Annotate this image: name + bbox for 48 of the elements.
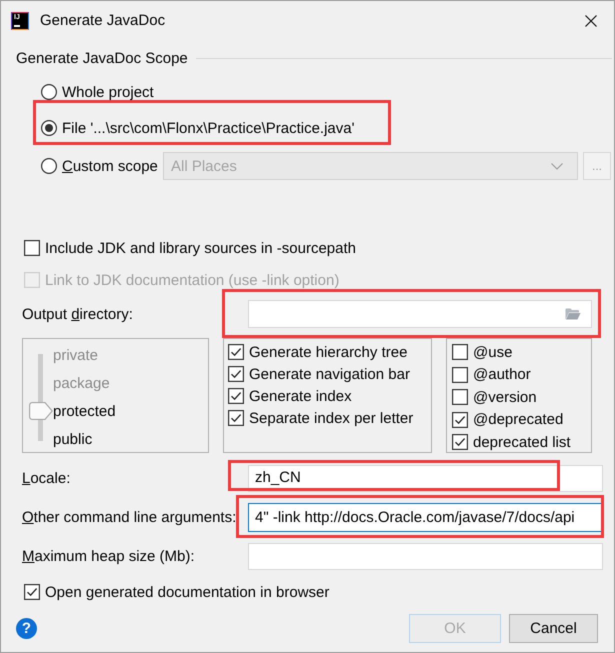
radio-button[interactable] bbox=[41, 158, 57, 174]
arguments-label: Other command line arguments: bbox=[22, 509, 236, 526]
checkbox[interactable] bbox=[228, 344, 244, 360]
checkbox[interactable] bbox=[452, 389, 468, 406]
radio-label: Whole project bbox=[62, 84, 154, 100]
arguments-field[interactable]: 4" -link http://docs.Oracle.com/javase/7/docs/api bbox=[248, 503, 603, 532]
radio-label: Custom scope bbox=[62, 158, 158, 174]
slider-thumb[interactable] bbox=[29, 402, 53, 420]
locale-label: Locale: bbox=[22, 470, 70, 487]
checkbox[interactable] bbox=[452, 434, 468, 450]
checkbox[interactable] bbox=[228, 366, 244, 382]
access-level-label: protected bbox=[53, 402, 116, 420]
checkbox[interactable] bbox=[452, 344, 468, 360]
checkbox[interactable] bbox=[228, 388, 244, 404]
access-level-label: public bbox=[53, 430, 92, 448]
checkbox-label: Include JDK and library sources in -sourcepath bbox=[45, 240, 356, 256]
checkbox[interactable] bbox=[24, 584, 40, 600]
checkbox-label: @version bbox=[473, 388, 537, 406]
radio-label: File '...\src\com\Flonx\Practice\Practice.java' bbox=[62, 120, 354, 136]
radio-button[interactable] bbox=[41, 120, 57, 136]
checkbox-label: @deprecated bbox=[473, 411, 564, 428]
checkbox-label: Link to JDK documentation (use -link option) bbox=[45, 272, 340, 288]
chevron-down-icon bbox=[551, 162, 563, 170]
access-level-label: package bbox=[53, 374, 110, 392]
checkbox-label: @use bbox=[473, 344, 512, 361]
checkbox-label: @author bbox=[473, 366, 531, 384]
cancel-button[interactable]: Cancel bbox=[509, 614, 598, 643]
checkbox[interactable] bbox=[452, 366, 468, 383]
checkbox[interactable] bbox=[228, 410, 244, 426]
checkbox-label: Open generated documentation in browser bbox=[45, 584, 330, 600]
section-title: Generate JavaDoc Scope bbox=[16, 50, 188, 66]
checkbox-label: deprecated list bbox=[473, 434, 571, 451]
checkbox-label: Separate index per letter bbox=[249, 410, 414, 426]
output-directory-label: Output directory: bbox=[22, 306, 133, 322]
heap-size-label: Maximum heap size (Mb): bbox=[22, 548, 195, 565]
close-icon[interactable] bbox=[585, 14, 597, 26]
help-button[interactable]: ? bbox=[16, 618, 37, 639]
checkbox-label: Generate hierarchy tree bbox=[249, 344, 408, 360]
checkbox-label: Generate index bbox=[249, 388, 352, 404]
access-level-label: private bbox=[53, 346, 98, 364]
window-title: Generate JavaDoc bbox=[40, 12, 166, 29]
output-directory-field[interactable] bbox=[248, 300, 592, 328]
radio-button[interactable] bbox=[41, 84, 57, 100]
checkbox[interactable] bbox=[452, 412, 468, 428]
locale-field[interactable]: zh_CN bbox=[248, 465, 603, 492]
checkbox[interactable] bbox=[24, 240, 40, 256]
heap-size-field[interactable] bbox=[248, 543, 603, 570]
checkbox-label: Generate navigation bar bbox=[249, 366, 410, 382]
